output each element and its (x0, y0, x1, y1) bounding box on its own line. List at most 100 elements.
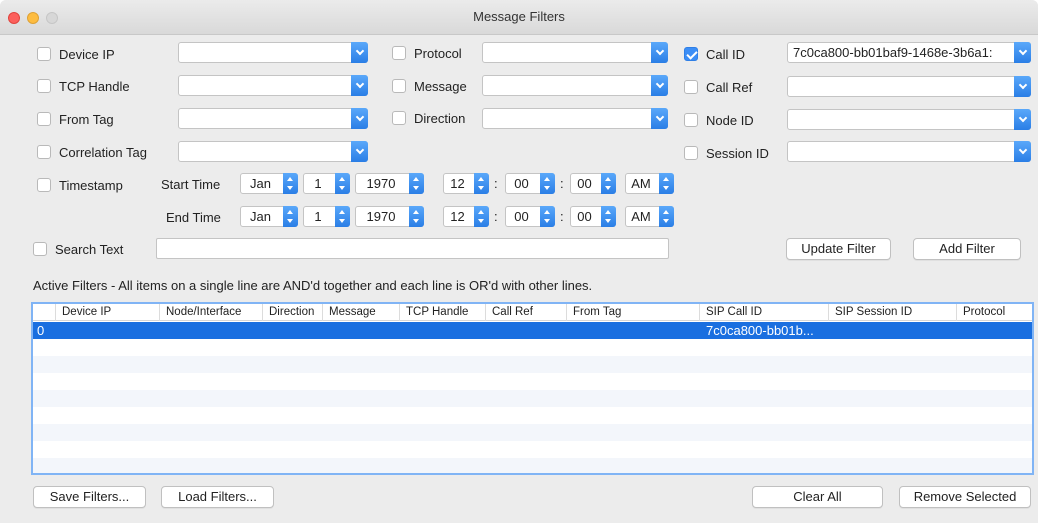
chevron-down-icon[interactable] (351, 75, 368, 96)
protocol-combo[interactable] (482, 42, 668, 63)
column-header-from-tag[interactable]: From Tag (566, 304, 621, 321)
add-filter-button[interactable]: Add Filter (913, 238, 1021, 260)
stepper-arrows-icon[interactable] (335, 206, 350, 227)
chevron-down-icon[interactable] (651, 75, 668, 96)
active-filters-description: Active Filters - All items on a single l… (33, 278, 593, 293)
search-text-label: Search Text (55, 241, 124, 257)
end-minute-stepper[interactable]: 00 (505, 206, 555, 227)
stepper-arrows-icon[interactable] (474, 173, 489, 194)
stepper-arrows-icon[interactable] (540, 173, 555, 194)
correlation-tag-combo[interactable] (178, 141, 368, 162)
table-row[interactable]: 0 7c0ca800-bb01b... (33, 322, 1032, 339)
from-tag-combo[interactable] (178, 108, 368, 129)
protocol-checkbox[interactable] (392, 46, 406, 60)
timestamp-filter[interactable]: Timestamp (37, 175, 123, 195)
end-second-stepper[interactable]: 00 (570, 206, 616, 227)
stepper-arrows-icon[interactable] (540, 206, 555, 227)
direction-filter[interactable]: Direction (392, 108, 465, 128)
start-hour-stepper[interactable]: 12 (443, 173, 489, 194)
tcp-handle-checkbox[interactable] (37, 79, 51, 93)
stepper-arrows-icon[interactable] (659, 173, 674, 194)
stepper-arrows-icon[interactable] (601, 173, 616, 194)
chevron-down-icon[interactable] (351, 42, 368, 63)
call-ref-checkbox[interactable] (684, 80, 698, 94)
message-combo[interactable] (482, 75, 668, 96)
update-filter-button[interactable]: Update Filter (786, 238, 891, 260)
chevron-down-icon[interactable] (351, 141, 368, 162)
from-tag-filter[interactable]: From Tag (37, 109, 114, 129)
stepper-arrows-icon[interactable] (409, 206, 424, 227)
chevron-down-icon[interactable] (651, 108, 668, 129)
remove-selected-button[interactable]: Remove Selected (899, 486, 1031, 508)
call-ref-combo[interactable] (787, 76, 1031, 97)
end-ampm-stepper[interactable]: AM (625, 206, 674, 227)
chevron-down-icon[interactable] (1014, 109, 1031, 130)
stepper-arrows-icon[interactable] (601, 206, 616, 227)
column-header-node-interface[interactable]: Node/Interface (159, 304, 241, 321)
start-day-stepper[interactable]: 1 (303, 173, 350, 194)
timestamp-checkbox[interactable] (37, 178, 51, 192)
column-header-protocol[interactable]: Protocol (956, 304, 1005, 321)
message-checkbox[interactable] (392, 79, 406, 93)
session-id-checkbox[interactable] (684, 146, 698, 160)
device-ip-checkbox[interactable] (37, 47, 51, 61)
session-id-filter[interactable]: Session ID (684, 143, 769, 163)
start-minute-value: 00 (514, 176, 529, 191)
call-id-filter[interactable]: Call ID (684, 44, 745, 64)
load-filters-button[interactable]: Load Filters... (161, 486, 274, 508)
node-id-filter[interactable]: Node ID (684, 110, 754, 130)
end-hour-stepper[interactable]: 12 (443, 206, 489, 227)
chevron-down-icon[interactable] (1014, 141, 1031, 162)
call-ref-filter[interactable]: Call Ref (684, 77, 752, 97)
column-header-device-ip[interactable]: Device IP (55, 304, 111, 321)
protocol-filter[interactable]: Protocol (392, 43, 462, 63)
column-header-sip-call-id[interactable]: SIP Call ID (699, 304, 762, 321)
node-id-checkbox[interactable] (684, 113, 698, 127)
column-header-call-ref[interactable]: Call Ref (485, 304, 533, 321)
search-text-filter[interactable]: Search Text (33, 239, 123, 259)
from-tag-checkbox[interactable] (37, 112, 51, 126)
active-filters-table[interactable]: Device IP Node/Interface Direction Messa… (31, 302, 1034, 475)
tcp-handle-filter[interactable]: TCP Handle (37, 76, 130, 96)
search-text-input[interactable] (156, 238, 669, 259)
tcp-handle-combo[interactable] (178, 75, 368, 96)
correlation-tag-filter[interactable]: Correlation Tag (37, 142, 147, 162)
start-year-stepper[interactable]: 1970 (355, 173, 424, 194)
chevron-down-icon[interactable] (1014, 76, 1031, 97)
column-header-direction[interactable]: Direction (262, 304, 314, 321)
chevron-down-icon[interactable] (1014, 42, 1031, 63)
stepper-arrows-icon[interactable] (283, 206, 298, 227)
chevron-down-icon[interactable] (351, 108, 368, 129)
stepper-arrows-icon[interactable] (283, 173, 298, 194)
start-year-value: 1970 (366, 176, 396, 191)
start-month-stepper[interactable]: Jan (240, 173, 298, 194)
device-ip-combo[interactable] (178, 42, 368, 63)
end-month-stepper[interactable]: Jan (240, 206, 298, 227)
save-filters-button[interactable]: Save Filters... (33, 486, 146, 508)
stepper-arrows-icon[interactable] (409, 173, 424, 194)
chevron-down-icon[interactable] (651, 42, 668, 63)
stepper-arrows-icon[interactable] (659, 206, 674, 227)
session-id-combo[interactable] (787, 141, 1031, 162)
call-id-combo[interactable]: 7c0ca800-bb01baf9-1468e-3b6a1: (787, 42, 1031, 63)
stepper-arrows-icon[interactable] (474, 206, 489, 227)
device-ip-filter[interactable]: Device IP (37, 44, 115, 64)
node-id-combo[interactable] (787, 109, 1031, 130)
call-id-checkbox[interactable] (684, 47, 698, 61)
search-text-checkbox[interactable] (33, 242, 47, 256)
sip-call-id-cell: 7c0ca800-bb01b... (706, 323, 814, 338)
correlation-tag-checkbox[interactable] (37, 145, 51, 159)
direction-checkbox[interactable] (392, 111, 406, 125)
start-minute-stepper[interactable]: 00 (505, 173, 555, 194)
end-year-stepper[interactable]: 1970 (355, 206, 424, 227)
end-day-stepper[interactable]: 1 (303, 206, 350, 227)
clear-all-button[interactable]: Clear All (752, 486, 883, 508)
stepper-arrows-icon[interactable] (335, 173, 350, 194)
message-filter[interactable]: Message (392, 76, 467, 96)
start-ampm-stepper[interactable]: AM (625, 173, 674, 194)
direction-combo[interactable] (482, 108, 668, 129)
column-header-tcp-handle[interactable]: TCP Handle (399, 304, 468, 321)
column-header-sip-session-id[interactable]: SIP Session ID (828, 304, 912, 321)
start-second-stepper[interactable]: 00 (570, 173, 616, 194)
column-header-message[interactable]: Message (322, 304, 376, 321)
